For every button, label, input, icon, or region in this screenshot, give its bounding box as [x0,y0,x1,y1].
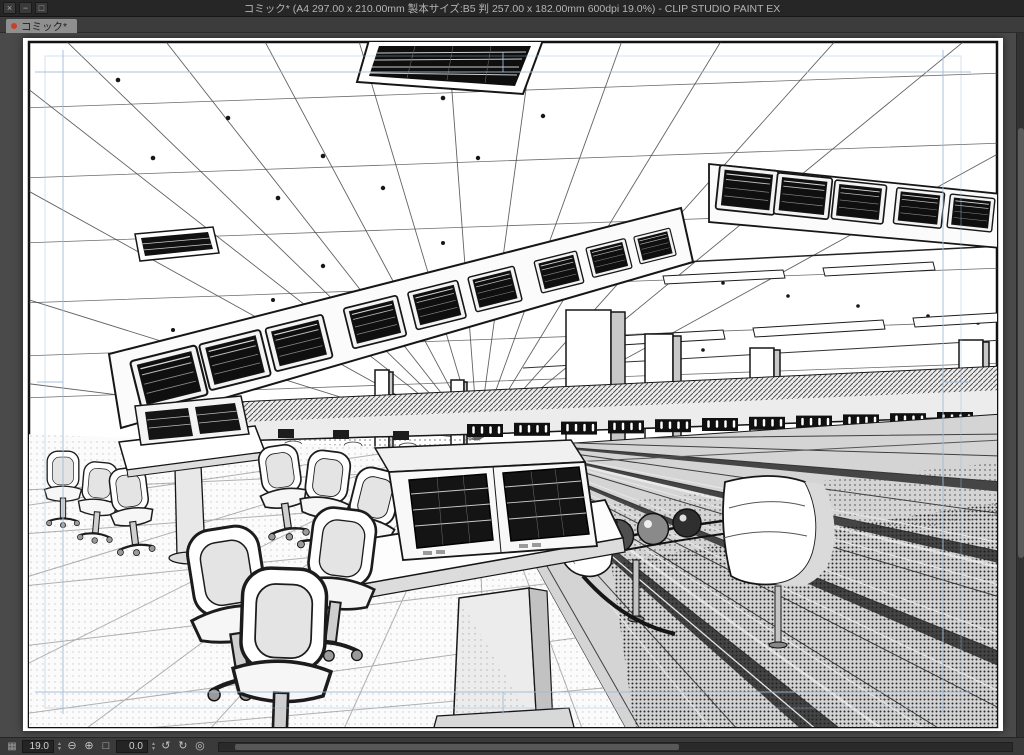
minimize-window-button[interactable]: − [19,2,32,14]
canvas-page[interactable] [23,38,1003,731]
window-titlebar: × − □ コミック* (A4 297.00 x 210.00mm 製本サイズ:… [0,0,1024,17]
document-tab[interactable]: コミック* [6,19,78,33]
close-window-button[interactable]: × [3,2,16,14]
zoom-in-button[interactable]: ⊕ [82,740,96,754]
window-controls: × − □ [3,2,48,14]
tab-label: コミック* [21,20,68,33]
zoom-stepper-down-icon[interactable]: ▼ [57,747,62,752]
rotation-value-field[interactable]: 0.0 [115,740,148,753]
vertical-scrollbar-thumb[interactable] [1018,128,1024,558]
maximize-window-button[interactable]: □ [35,2,48,14]
vertical-scrollbar[interactable] [1016,33,1024,737]
zoom-out-button[interactable]: ⊖ [65,740,79,754]
horizontal-scrollbar-thumb[interactable] [234,743,679,750]
artwork-bowling-alley [27,40,999,729]
fit-to-window-button[interactable]: □ [99,740,113,754]
horizontal-scrollbar[interactable] [217,741,1013,752]
canvas-area[interactable] [0,33,1016,737]
reset-view-button[interactable]: ◎ [193,740,207,754]
zoom-value-field[interactable]: 19.0 [22,740,54,753]
zoom-stepper[interactable]: ▲ ▼ [57,742,62,752]
rotation-stepper-down-icon[interactable]: ▼ [151,747,156,752]
tab-status-dot-icon [11,23,17,29]
status-bar: ▦ 19.0 ▲ ▼ ⊖ ⊕ □ 0.0 ▲ ▼ ↺ ↻ ◎ [0,737,1024,755]
navigator-icon[interactable]: ▦ [5,741,19,752]
rotate-ccw-button[interactable]: ↺ [159,740,173,754]
rotation-stepper[interactable]: ▲ ▼ [151,742,156,752]
document-tabbar: コミック* [0,17,1024,33]
rotate-cw-button[interactable]: ↻ [176,740,190,754]
window-title: コミック* (A4 297.00 x 210.00mm 製本サイズ:B5 判 2… [243,2,781,15]
